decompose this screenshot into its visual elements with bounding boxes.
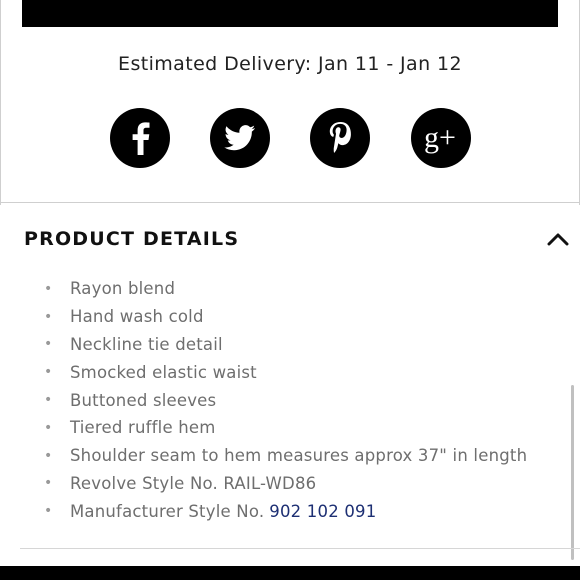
detail-text: Hand wash cold (70, 307, 204, 327)
bullet: • (44, 392, 53, 409)
pinterest-icon (329, 122, 351, 153)
social-share-bar: g+ (0, 108, 580, 168)
list-item: • Shoulder seam to hem measures approx 37… (44, 442, 527, 470)
bullet: • (44, 475, 53, 492)
twitter-share-button[interactable] (210, 108, 270, 168)
manufacturer-style-label: Manufacturer Style No. (70, 501, 265, 521)
chevron-up-icon (547, 233, 569, 246)
list-item: • Revolve Style No. RAIL-WD86 (44, 470, 527, 498)
bullet: • (44, 419, 53, 436)
top-black-bar (22, 0, 558, 27)
manufacturer-style-link[interactable]: 902 102 091 (269, 502, 376, 521)
detail-text: Buttoned sleeves (70, 390, 217, 410)
product-details-heading: PRODUCT DETAILS (24, 228, 240, 250)
bullet: • (44, 364, 53, 381)
bullet: • (44, 503, 53, 520)
detail-text: Smocked elastic waist (70, 362, 257, 382)
list-item: • Hand wash cold (44, 303, 527, 331)
detail-text: Rayon blend (70, 279, 176, 299)
bullet: • (44, 280, 53, 297)
list-item: • Smocked elastic waist (44, 358, 527, 386)
bullet: • (44, 336, 53, 353)
list-item: • Tiered ruffle hem (44, 414, 527, 442)
bullet: • (44, 308, 53, 325)
list-item: • Neckline tie detail (44, 331, 527, 359)
facebook-icon (132, 122, 150, 155)
twitter-bird-icon (224, 125, 256, 151)
google-plus-icon: g+ (424, 121, 456, 154)
scrollbar[interactable] (571, 385, 574, 560)
estimated-delivery: Estimated Delivery: Jan 11 - Jan 12 (118, 53, 462, 75)
section-divider (0, 202, 580, 203)
list-item: • Buttoned sleeves (44, 386, 527, 414)
list-item: • Rayon blend (44, 275, 527, 303)
detail-text: Tiered ruffle hem (70, 418, 216, 438)
frame-left-border (0, 0, 1, 205)
facebook-share-button[interactable] (110, 108, 170, 168)
detail-text: Revolve Style No. RAIL-WD86 (70, 473, 317, 493)
product-details-list: • Rayon blend • Hand wash cold • Neckline t… (44, 275, 527, 525)
bottom-black-bar (0, 566, 580, 580)
svg-text:g+: g+ (424, 121, 456, 154)
detail-text: Shoulder seam to hem measures approx 37"… (70, 446, 528, 466)
detail-text: Neckline tie detail (70, 334, 223, 354)
bullet: • (44, 447, 53, 464)
product-details-toggle[interactable] (544, 229, 572, 249)
list-item: • Manufacturer Style No. 902 102 091 (44, 497, 527, 525)
section-divider-bottom (20, 548, 580, 549)
pinterest-share-button[interactable] (310, 108, 370, 168)
google-plus-share-button[interactable]: g+ (411, 108, 471, 168)
